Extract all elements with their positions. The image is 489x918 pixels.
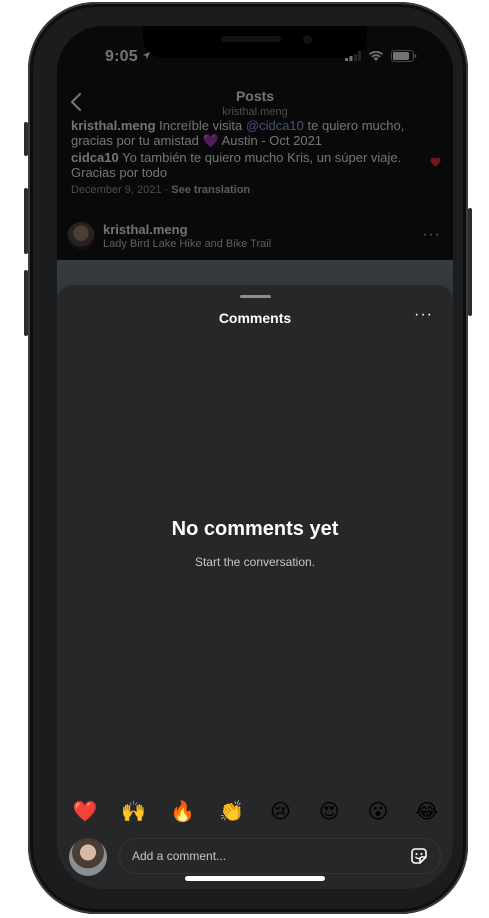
reaction-heart-eyes[interactable]: 😍 [315,800,343,824]
nav-title: Posts [235,88,275,104]
comment-text: Yo también te quiero mucho Kris, un súpe… [71,150,402,180]
comment-composer [69,835,441,879]
caption-text-before: Increíble visita [159,118,243,133]
sheet-more-options-icon[interactable]: ··· [414,306,433,324]
comment-date: December 9, 2021 [71,184,162,196]
home-indicator[interactable] [185,876,325,881]
volume-up-button [24,188,28,254]
notch [143,26,367,58]
nav-subtitle: kristhal.meng [222,106,288,118]
sheet-grabber-handle[interactable] [240,295,271,298]
mute-switch [24,122,28,156]
empty-state-title: No comments yet [171,518,339,540]
status-time: 9:05 [105,48,151,66]
post-author-username[interactable]: kristhal.meng [103,222,188,237]
reaction-raising-hands[interactable]: 🙌 [120,800,148,824]
post-caption: kristhal.meng Increíble visita @cidca10 … [71,118,421,148]
comments-sheet: Comments ··· No comments yet Start the c… [57,285,453,889]
sheet-title: Comments [218,310,292,326]
speaker-grille [221,36,281,42]
volume-down-button [24,270,28,336]
reaction-fire[interactable]: 🔥 [169,800,197,824]
post-more-options-icon[interactable]: ··· [422,226,441,244]
current-user-avatar [69,838,107,876]
empty-state-subtitle: Start the conversation. [194,555,316,569]
heart-icon[interactable] [430,157,441,167]
reaction-red-heart[interactable]: ❤️ [71,800,99,824]
quick-reactions-bar: ❤️ 🙌 🔥 👏 😢 😍 😮 😂 [71,800,441,824]
post-location[interactable]: Lady Bird Lake Hike and Bike Trail [103,238,271,250]
reaction-clapping-hands[interactable]: 👏 [218,800,246,824]
see-translation-link[interactable]: See translation [171,184,250,196]
sticker-icon[interactable] [409,846,429,866]
location-arrow-icon [143,51,151,60]
battery-icon [391,50,417,62]
reaction-laughing-face[interactable]: 😂 [413,800,441,824]
comment-item: cidca10 Yo también te quiero mucho Kris,… [71,150,416,180]
comment-meta: December 9, 2021 · See translation [71,184,250,196]
post-feed-background: 9:05 Posts kristhal.meng kristhal.meng I… [57,26,453,330]
comment-username[interactable]: cidca10 [71,150,119,165]
power-button [468,208,472,316]
post-header: kristhal.meng Lady Bird Lake Hike and Bi… [67,222,443,254]
status-indicators [345,50,417,62]
reaction-crying-face[interactable]: 😢 [266,800,294,824]
caption-mention[interactable]: @cidca10 [246,118,304,133]
front-camera [303,35,312,44]
cellular-signal-icon [345,51,361,61]
wifi-icon [369,50,383,61]
post-author-avatar[interactable] [67,222,95,250]
screen: 9:05 Posts kristhal.meng kristhal.meng I… [57,26,453,889]
comment-input[interactable] [119,838,441,874]
reaction-surprised-face[interactable]: 😮 [364,800,392,824]
meta-separator: · [164,184,169,196]
caption-username[interactable]: kristhal.meng [71,118,156,133]
